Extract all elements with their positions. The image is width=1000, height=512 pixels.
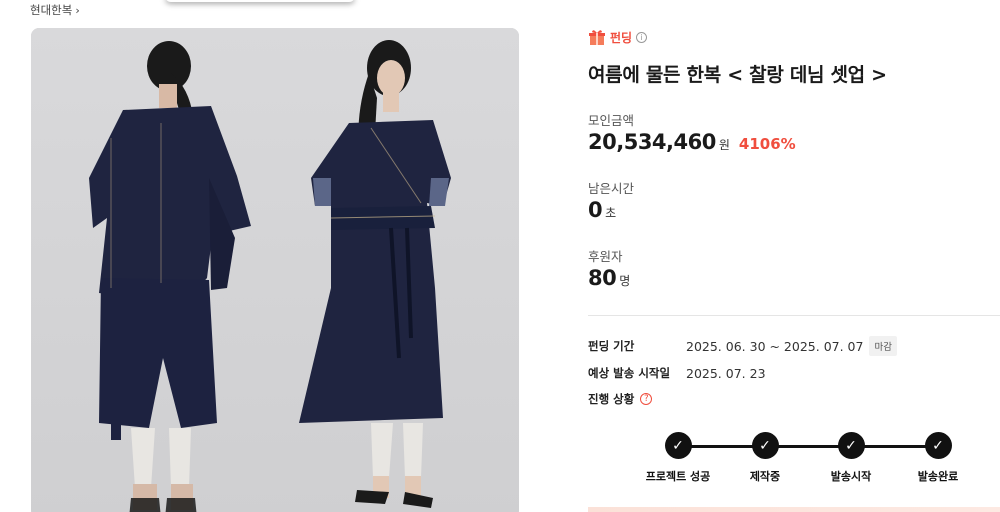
- step-shipping-started: ✓ 발송시작: [806, 432, 896, 484]
- time-left-value: 0: [588, 198, 603, 222]
- info-icon[interactable]: i: [636, 31, 648, 43]
- achievement-rate: 4106%: [738, 135, 796, 153]
- project-title: 여름에 물든 한복 < 찰랑 데님 셋업 >: [588, 64, 887, 86]
- step-label: 발송완료: [917, 470, 959, 483]
- step-label: 발송시작: [830, 470, 872, 483]
- shipping-date-row: 예상 발송 시작일 2025. 07. 23: [588, 365, 766, 381]
- dropdown-overlay: [165, 0, 355, 2]
- shipping-date-label: 예상 발송 시작일: [588, 366, 671, 380]
- funding-period-row: 펀딩 기간 2025. 06. 30 ~ 2025. 07. 07 마감: [588, 336, 897, 356]
- backers-unit: 명: [619, 274, 631, 288]
- amount-value-row: 20,534,460 원 4106%: [588, 130, 796, 154]
- action-bar-edge: [588, 507, 1000, 512]
- help-icon[interactable]: ?: [640, 393, 653, 405]
- shipping-date-value: 2025. 07. 23: [686, 365, 766, 381]
- funding-period-label: 펀딩 기간: [588, 339, 635, 353]
- check-icon: ✓: [837, 432, 865, 459]
- category-badge: 펀딩 i: [588, 28, 648, 46]
- check-icon: ✓: [924, 432, 952, 459]
- progress-status-label: 진행 상황: [588, 392, 635, 406]
- amount-value: 20,534,460: [588, 130, 716, 154]
- step-label: 제작중: [749, 470, 781, 483]
- category-badge-label: 펀딩: [610, 30, 633, 45]
- breadcrumb[interactable]: 현대한복 ›: [30, 2, 80, 18]
- time-left-label: 남은시간: [588, 181, 635, 196]
- project-info-panel: 펀딩 i 여름에 물든 한복 < 찰랑 데님 셋업 > 모인금액 20,534,…: [588, 0, 1000, 512]
- check-icon: ✓: [751, 432, 779, 459]
- backers-row: 80 명: [588, 266, 630, 290]
- funding-period-value: 2025. 06. 30 ~ 2025. 07. 07: [686, 338, 864, 354]
- step-in-production: ✓ 제작중: [720, 432, 810, 484]
- amount-unit: 원: [718, 138, 730, 152]
- step-label: 프로젝트 성공: [645, 470, 711, 483]
- backers-value: 80: [588, 266, 617, 290]
- time-left-row: 0 초: [588, 198, 616, 222]
- check-icon: ✓: [664, 432, 692, 459]
- breadcrumb-label[interactable]: 현대한복: [30, 2, 72, 18]
- progress-status-row: 진행 상황 ?: [588, 391, 653, 407]
- gift-icon: [589, 30, 605, 45]
- closed-tag: 마감: [869, 336, 897, 356]
- product-photo: [31, 28, 519, 512]
- chevron-right-icon: ›: [75, 3, 80, 17]
- progress-stepper: ✓ 프로젝트 성공 ✓ 제작중 ✓ 발송시작 ✓ 발송완료: [633, 432, 958, 492]
- backers-label: 후원자: [588, 249, 623, 264]
- step-project-success: ✓ 프로젝트 성공: [633, 432, 723, 484]
- time-left-unit: 초: [605, 206, 617, 220]
- section-divider: [588, 315, 1000, 316]
- amount-label: 모인금액: [588, 113, 635, 128]
- step-shipping-complete: ✓ 발송완료: [893, 432, 983, 484]
- product-image[interactable]: [31, 28, 519, 512]
